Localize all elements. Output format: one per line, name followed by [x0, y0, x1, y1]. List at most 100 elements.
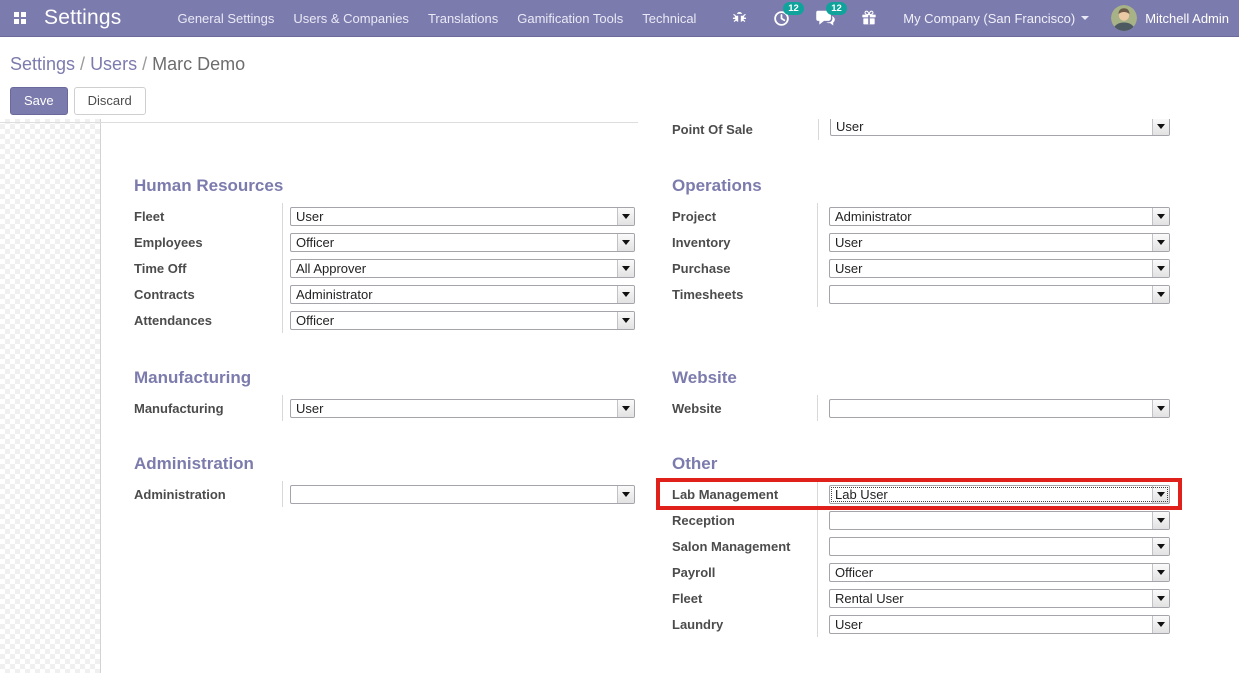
dropdown-arrow-icon — [1152, 538, 1169, 555]
activities-clock-icon[interactable]: 12 — [773, 10, 790, 27]
dropdown-arrow-icon — [1152, 512, 1169, 529]
section-title: Operations — [672, 175, 1170, 197]
contracts-select[interactable]: Administrator — [290, 285, 635, 304]
menu-item-gamification-tools[interactable]: Gamification Tools — [517, 11, 623, 26]
user-menu[interactable]: Mitchell Admin — [1111, 5, 1229, 31]
message-count-badge: 12 — [826, 2, 847, 15]
attendances-select[interactable]: Officer — [290, 311, 635, 330]
avatar — [1111, 5, 1137, 31]
field-label-employees: Employees — [134, 229, 283, 255]
website-select[interactable] — [829, 399, 1170, 418]
employees-select[interactable]: Officer — [290, 233, 635, 252]
control-panel: Settings/Users/Marc Demo Save Discard — [0, 37, 1239, 119]
field-label-attendances: Attendances — [134, 307, 283, 333]
dropdown-arrow-icon — [617, 400, 634, 417]
form-row: Attendances Officer — [134, 307, 635, 333]
section-title: Other — [672, 453, 1170, 475]
navbar-right: 12 12 My Company (San Francisco) — [706, 5, 1229, 31]
form-row: Manufacturing User — [134, 395, 635, 421]
section-administration: Administration Administration — [134, 453, 635, 507]
field-label-laundry: Laundry — [672, 611, 818, 637]
fleet-select[interactable]: User — [290, 207, 635, 226]
section-divider-line — [0, 122, 638, 123]
form-row: Salon Management — [672, 533, 1170, 559]
dropdown-arrow-icon — [617, 234, 634, 251]
breadcrumb-settings-link[interactable]: Settings — [10, 54, 75, 74]
company-name: My Company (San Francisco) — [903, 11, 1075, 26]
payroll-select[interactable]: Officer — [829, 563, 1170, 582]
form-row: Payroll Officer — [672, 559, 1170, 585]
section-title: Administration — [134, 453, 635, 475]
form-row: Fleet User — [134, 203, 635, 229]
form-sheet-area: Point Of Sale User Human Resources Fleet… — [0, 119, 1239, 673]
field-label-fleet-other: Fleet — [672, 585, 818, 611]
breadcrumb-users-link[interactable]: Users — [90, 54, 137, 74]
dropdown-arrow-icon — [1152, 400, 1169, 417]
label-separator — [818, 119, 819, 140]
field-label-administration: Administration — [134, 481, 283, 507]
company-switcher[interactable]: My Company (San Francisco) — [903, 11, 1089, 26]
form-row: Employees Officer — [134, 229, 635, 255]
form-row: Administration — [134, 481, 635, 507]
field-label-contracts: Contracts — [134, 281, 283, 307]
main-menu: General Settings Users & Companies Trans… — [177, 11, 696, 26]
manufacturing-select[interactable]: User — [290, 399, 635, 418]
sheet-margin-pattern — [0, 119, 101, 673]
form-row: Lab Management Lab User — [672, 481, 1170, 507]
field-label-payroll: Payroll — [672, 559, 818, 585]
point-of-sale-select[interactable]: User — [830, 119, 1170, 136]
menu-item-technical[interactable]: Technical — [642, 11, 696, 26]
purchase-select[interactable]: User — [829, 259, 1170, 278]
form-row: Project Administrator — [672, 203, 1170, 229]
field-label-fleet: Fleet — [134, 203, 283, 229]
dropdown-arrow-icon — [1152, 119, 1169, 135]
menu-item-users-companies[interactable]: Users & Companies — [293, 11, 409, 26]
section-website: Website Website — [672, 367, 1170, 421]
top-navbar: Settings General Settings Users & Compan… — [0, 0, 1239, 37]
field-label-salon-management: Salon Management — [672, 533, 818, 559]
field-label-point-of-sale: Point Of Sale — [672, 119, 818, 140]
section-other: Other Lab Management Lab User Reception … — [672, 453, 1170, 637]
form-row: Contracts Administrator — [134, 281, 635, 307]
form-row: Website — [672, 395, 1170, 421]
reception-select[interactable] — [829, 511, 1170, 530]
apps-grid-icon[interactable] — [10, 7, 32, 29]
app-title[interactable]: Settings — [44, 6, 121, 30]
section-operations: Operations Project Administrator Invento… — [672, 175, 1170, 307]
field-label-reception: Reception — [672, 507, 818, 533]
timesheets-select[interactable] — [829, 285, 1170, 304]
dropdown-arrow-icon — [1152, 208, 1169, 225]
bug-icon[interactable] — [732, 11, 747, 26]
dropdown-arrow-icon — [1152, 590, 1169, 607]
breadcrumb: Settings/Users/Marc Demo — [10, 54, 245, 75]
administration-select[interactable] — [290, 485, 635, 504]
form-row: Fleet Rental User — [672, 585, 1170, 611]
inventory-select[interactable]: User — [829, 233, 1170, 252]
discard-button[interactable]: Discard — [74, 87, 146, 115]
action-buttons: Save Discard — [10, 87, 146, 115]
gift-icon[interactable] — [861, 10, 877, 26]
lab-management-select[interactable]: Lab User — [829, 485, 1170, 504]
fleet-other-select[interactable]: Rental User — [829, 589, 1170, 608]
form-row: Inventory User — [672, 229, 1170, 255]
activity-count-badge: 12 — [783, 2, 804, 15]
salon-management-select[interactable] — [829, 537, 1170, 556]
laundry-select[interactable]: User — [829, 615, 1170, 634]
dropdown-arrow-icon — [1152, 564, 1169, 581]
form-row: Purchase User — [672, 255, 1170, 281]
user-name: Mitchell Admin — [1145, 11, 1229, 26]
menu-item-translations[interactable]: Translations — [428, 11, 498, 26]
section-manufacturing: Manufacturing Manufacturing User — [134, 367, 635, 421]
breadcrumb-current: Marc Demo — [152, 54, 245, 74]
project-select[interactable]: Administrator — [829, 207, 1170, 226]
settings-user-form-page: Settings General Settings Users & Compan… — [0, 0, 1239, 673]
form-row: Laundry User — [672, 611, 1170, 637]
dropdown-arrow-icon — [1152, 234, 1169, 251]
dropdown-arrow-icon — [1152, 616, 1169, 633]
time-off-select[interactable]: All Approver — [290, 259, 635, 278]
form-row: Timesheets — [672, 281, 1170, 307]
menu-item-general-settings[interactable]: General Settings — [177, 11, 274, 26]
field-label-time-off: Time Off — [134, 255, 283, 281]
save-button[interactable]: Save — [10, 87, 68, 115]
messages-icon[interactable]: 12 — [816, 10, 835, 27]
